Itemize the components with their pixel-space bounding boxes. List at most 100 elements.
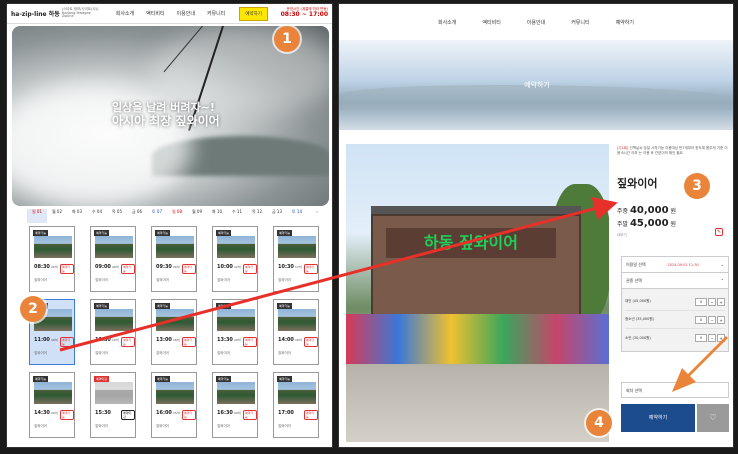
nav-item-guide[interactable]: 이용안내	[527, 19, 545, 26]
nav-item-guide[interactable]: 이용안내	[177, 10, 195, 17]
qty-value[interactable]: 0	[695, 334, 707, 342]
date-item[interactable]: 월 02	[47, 209, 67, 223]
slot-reserve-button[interactable]: 예약가능	[182, 410, 196, 420]
slot-thumbnail	[34, 382, 72, 404]
nav-item-reserve[interactable]: 예약하기	[616, 19, 634, 26]
slot-reserve-button[interactable]: 예약마감	[121, 410, 135, 420]
date-item[interactable]: 일 08	[167, 209, 187, 223]
left-header: ha-zip-line 하동 (스타트 정보/사이트(사)) Hadong-Hw…	[7, 4, 332, 24]
time-slot-card[interactable]: 예약가능 10:00 12석 예약가능 짚와이어	[212, 226, 258, 292]
minus-icon[interactable]: −	[708, 334, 716, 342]
date-item[interactable]: 월 09	[187, 209, 207, 223]
time-slot-card[interactable]: 예약가능 14:30 20석 예약가능 짚와이어	[29, 372, 75, 438]
reserve-banner: 예약하기	[339, 40, 733, 130]
hero-slogan: 일상을 날려 버려자~! 아시아 최장 짚와이어	[112, 101, 220, 129]
slot-thumbnail	[95, 309, 133, 331]
slot-reserve-button[interactable]: 예약가능	[182, 264, 196, 274]
nav-item-community[interactable]: 커뮤니티	[207, 10, 225, 17]
slot-seats: 20석	[112, 265, 119, 269]
slot-time: 13:30	[217, 337, 233, 343]
slot-reserve-button[interactable]: 예약가능	[304, 264, 318, 274]
nav-item-company[interactable]: 회사소개	[438, 19, 456, 26]
slot-seats: 20석	[51, 411, 58, 415]
slot-time: 17:00	[278, 410, 294, 416]
date-item[interactable]: 목 12	[247, 209, 267, 223]
slot-reserve-button[interactable]: 예약가능	[121, 264, 135, 274]
slot-name: 짚와이어	[34, 351, 47, 355]
nav-item-company[interactable]: 회사소개	[116, 10, 134, 17]
date-item[interactable]: 화 03	[67, 209, 87, 223]
date-item[interactable]: 목 05	[107, 209, 127, 223]
slot-time: 09:30	[156, 264, 172, 270]
qty-row-child: 소인 (30,000원) 0 − +	[625, 329, 725, 347]
time-slot-card[interactable]: 예약가능 17:00 예약가능 짚와이어	[273, 372, 319, 438]
date-item[interactable]: 금 06	[127, 209, 147, 223]
slot-reserve-button[interactable]: 예약가능	[304, 410, 318, 420]
book-button[interactable]: 예약하기	[621, 404, 695, 432]
slot-name: 짚와이어	[217, 278, 230, 282]
time-slot-card[interactable]: 예약가능 13:00 18석 예약가능 짚와이어	[151, 299, 197, 365]
time-slot-card[interactable]: 예약가능 08:30 20석 예약가능 짚와이어	[29, 226, 75, 292]
product-title: 짚와이어	[617, 177, 658, 191]
time-slot-card[interactable]: 예약가능 14:00 16석 예약가능 짚와이어	[273, 299, 319, 365]
minus-icon[interactable]: −	[708, 297, 716, 306]
chevron-down-icon: ⌄	[720, 262, 724, 267]
date-item[interactable]: 금 13	[267, 209, 287, 223]
reserve-nav-button[interactable]: 예약하기	[239, 6, 268, 21]
qty-value[interactable]: 0	[695, 315, 707, 324]
session-select[interactable]: 회차 선택	[621, 382, 729, 398]
product-info: [주1회] 선백날씨 당일 시작기능 이용대상 만7세부터 한도체 몸무게 기준…	[617, 146, 729, 238]
date-next-arrow[interactable]: ›	[307, 209, 327, 223]
qty-row-adult: 대인 (45,000원) 0 − +	[625, 293, 725, 311]
slot-time: 16:00	[156, 410, 172, 416]
qty-value[interactable]: 0	[695, 297, 707, 306]
time-slot-card[interactable]: 예약가능 09:00 20석 예약가능 짚와이어	[90, 226, 136, 292]
nav-item-activity[interactable]: 액티비티	[482, 19, 500, 26]
slot-seats: 20석	[234, 411, 241, 415]
slot-seats: 12석	[234, 265, 241, 269]
ticket-quantity-list: 대인 (45,000원) 0 − + 청소년 (35,000원) 0 − + 소…	[622, 289, 728, 351]
slot-time: 10:00	[217, 264, 233, 270]
date-item[interactable]: 일 01	[27, 209, 47, 223]
time-slot-card[interactable]: 예약가능 09:30 20석 예약가능 짚와이어	[151, 226, 197, 292]
nav-item-activity[interactable]: 액티비티	[146, 10, 164, 17]
heart-icon[interactable]: ♡	[697, 404, 729, 432]
time-slot-card[interactable]: 예약가능 16:30 20석 예약가능 짚와이어	[212, 372, 258, 438]
slot-reserve-button[interactable]: 예약가능	[304, 337, 318, 347]
plus-icon[interactable]: +	[717, 334, 725, 342]
price-note: 내보기	[617, 233, 627, 238]
time-slot-card[interactable]: 예약가능 11:30 10석 예약가능 짚와이어	[90, 299, 136, 365]
slot-reserve-button[interactable]: 예약가능	[60, 264, 74, 274]
banner-title: 예약하기	[524, 81, 550, 89]
date-item[interactable]: 수 04	[87, 209, 107, 223]
plus-icon[interactable]: +	[717, 315, 725, 324]
slot-reserve-button[interactable]: 예약가능	[243, 264, 257, 274]
plus-icon[interactable]: +	[717, 297, 725, 306]
slot-time: 14:30	[34, 410, 50, 416]
edit-icon[interactable]: ✎	[715, 228, 723, 236]
logo[interactable]: ha-zip-line 하동	[11, 9, 60, 18]
date-item[interactable]: 수 11	[227, 209, 247, 223]
nav-item-community[interactable]: 커뮤니티	[571, 19, 589, 26]
slot-reserve-button[interactable]: 예약가능	[60, 410, 74, 420]
slot-reserve-button[interactable]: 예약가능	[182, 337, 196, 347]
slot-reserve-button[interactable]: 예약가능	[121, 337, 135, 347]
slot-reserve-button[interactable]: 예약가능	[60, 337, 74, 347]
slot-name: 짚와이어	[278, 351, 291, 355]
right-header: 회사소개 액티비티 이용안내 커뮤니티 예약하기	[339, 4, 733, 40]
date-select-value: 2024.09.01 11:30	[667, 262, 699, 267]
date-select-row[interactable]: 이용일 선택 2024.09.01 11:30 ⌄	[622, 257, 728, 273]
date-item[interactable]: 토 14	[287, 209, 307, 223]
date-selector: 일 01 월 02 화 03 수 04 목 05 금 06 토 07 일 08 …	[27, 209, 327, 223]
slot-reserve-button[interactable]: 예약가능	[243, 410, 257, 420]
time-slot-card[interactable]: 예약가능 16:00 15석 예약가능 짚와이어	[151, 372, 197, 438]
time-slot-card[interactable]: 예약마감 15:30 예약마감 짚와이어	[90, 372, 136, 438]
date-item[interactable]: 화 10	[207, 209, 227, 223]
time-slot-card[interactable]: 예약가능 10:30 17석 예약가능 짚와이어	[273, 226, 319, 292]
price-block: 주중 40,000 원 주말 45,000 원	[617, 205, 729, 230]
minus-icon[interactable]: −	[708, 315, 716, 324]
time-slot-card[interactable]: 예약가능 13:30 20석 예약가능 짚와이어	[212, 299, 258, 365]
slot-reserve-button[interactable]: 예약가능	[243, 337, 257, 347]
ticket-type-row[interactable]: 권종 선택 ⌃	[622, 273, 728, 289]
date-item[interactable]: 토 07	[147, 209, 167, 223]
